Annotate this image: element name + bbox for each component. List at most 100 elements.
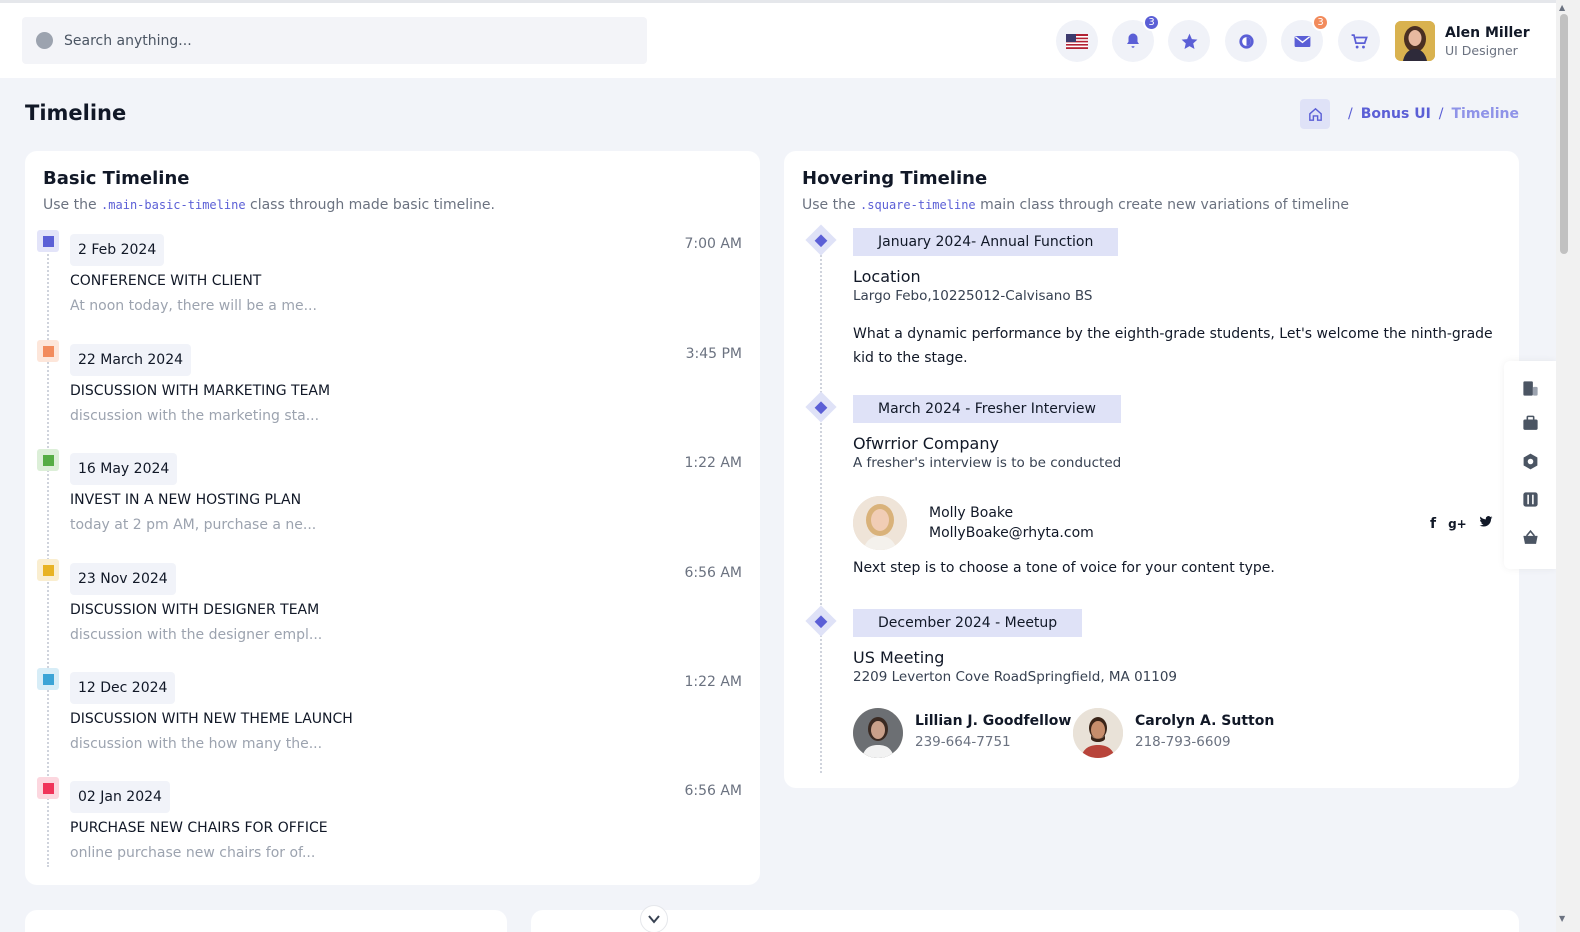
basic-timeline-card: Basic Timeline Use the .main-basic-timel…: [25, 151, 760, 885]
timeline-description: discussion with the marketing sta...: [70, 408, 320, 424]
timeline-description: discussion with the designer empl...: [70, 627, 323, 643]
timeline-date: 16 May 2024: [70, 453, 178, 485]
timeline-title: DISCUSSION WITH DESIGNER TEAM: [70, 602, 320, 618]
event-description: What a dynamic performance by the eighth…: [853, 326, 1493, 366]
briefcase-icon[interactable]: [1520, 413, 1540, 433]
search-input[interactable]: [64, 32, 584, 49]
notification-count-badge: 3: [1143, 14, 1160, 31]
scroll-up-arrow-icon[interactable]: ▲: [1559, 3, 1565, 12]
avatar: [1073, 708, 1123, 758]
subtitle-text: class through made basic timeline.: [250, 197, 495, 213]
facebook-icon[interactable]: f: [1430, 516, 1436, 532]
marker-square-icon: [42, 673, 54, 685]
notifications-button[interactable]: 3: [1112, 14, 1160, 62]
language-button[interactable]: [1056, 20, 1098, 62]
avatar: [853, 708, 903, 758]
timeline-line: [47, 243, 49, 867]
avatar-icon: [1395, 21, 1435, 61]
subtitle-text: Use the: [802, 197, 856, 213]
settings-icon[interactable]: [1520, 451, 1540, 471]
breadcrumb-separator: /: [1348, 106, 1353, 122]
event-date-tag[interactable]: March 2024 - Fresher Interview: [853, 395, 1121, 423]
scroll-down-arrow-icon[interactable]: ▼: [1559, 914, 1565, 923]
diamond-marker-icon: [805, 391, 837, 423]
card-subtitle: Use the .square-timeline main class thro…: [802, 197, 1349, 213]
marker-square-icon: [42, 454, 54, 466]
timeline-item: 16 May 2024 1:22 AM INVEST IN A NEW HOST…: [37, 449, 742, 549]
person-phone: 218-793-6609: [1135, 734, 1231, 750]
breadcrumb-home[interactable]: [1300, 99, 1331, 129]
scrollbar-thumb[interactable]: [1560, 14, 1568, 254]
user-name[interactable]: Alen Miller: [1445, 25, 1530, 41]
timeline-date: 22 March 2024: [70, 344, 192, 376]
us-flag-icon: [1066, 33, 1088, 49]
timeline-date: 12 Dec 2024: [70, 672, 176, 704]
message-count-badge: 3: [1312, 14, 1329, 31]
next-card: [25, 910, 507, 932]
event-address: 2209 Leverton Cove RoadSpringfield, MA 0…: [853, 669, 1178, 685]
subtitle-code: .main-basic-timeline: [101, 198, 246, 212]
twitter-glyph: [1479, 516, 1493, 527]
timeline-description: discussion with the how many the...: [70, 736, 323, 752]
event-heading: US Meeting: [853, 648, 945, 667]
timeline-time: 1:22 AM: [684, 455, 742, 471]
timeline-item: 12 Dec 2024 1:22 AM DISCUSSION WITH NEW …: [37, 668, 742, 768]
messages-button[interactable]: 3: [1281, 14, 1329, 62]
contrast-icon: [1238, 33, 1254, 49]
timeline-title: CONFERENCE WITH CLIENT: [70, 273, 262, 289]
cart-icon: [1351, 33, 1368, 48]
marker-square-icon: [42, 782, 54, 794]
timeline-item: 2 Feb 2024 7:00 AM CONFERENCE WITH CLIEN…: [37, 230, 742, 330]
timeline-marker: [37, 559, 59, 581]
timeline-marker: [37, 449, 59, 471]
timeline-time: 3:45 PM: [685, 346, 742, 362]
search-icon: [36, 32, 53, 49]
timeline-description: At noon today, there will be a me...: [70, 298, 317, 314]
event-address: Largo Febo,10225012-Calvisano BS: [853, 288, 1093, 304]
google-plus-icon[interactable]: g+: [1448, 517, 1467, 531]
person-email[interactable]: MollyBoake@rhyta.com: [929, 525, 1094, 541]
marker-square-icon: [42, 345, 54, 357]
favorites-button[interactable]: [1168, 20, 1210, 62]
timeline-date: 02 Jan 2024: [70, 781, 170, 813]
user-avatar[interactable]: [1395, 21, 1435, 61]
diamond-marker-icon: [805, 605, 837, 637]
timeline-title: PURCHASE NEW CHAIRS FOR OFFICE: [70, 820, 328, 836]
timeline-item: 23 Nov 2024 6:56 AM DISCUSSION WITH DESI…: [37, 559, 742, 659]
page-scrollbar[interactable]: ▲ ▼: [1556, 0, 1580, 932]
bell-icon: [1127, 33, 1139, 48]
breadcrumb-bonus-ui[interactable]: Bonus UI: [1361, 106, 1431, 122]
person-avatar-icon: [853, 496, 907, 550]
customizer-sidebar: [1504, 361, 1556, 569]
timeline-time: 1:22 AM: [684, 674, 742, 690]
timeline-time: 6:56 AM: [684, 783, 742, 799]
event-date-tag[interactable]: December 2024 - Meetup: [853, 609, 1083, 637]
timeline-time: 6:56 AM: [684, 565, 742, 581]
person-name: Carolyn A. Sutton: [1135, 713, 1275, 729]
theme-toggle-button[interactable]: [1225, 20, 1267, 62]
cart-button[interactable]: [1338, 20, 1380, 62]
person-phone: 239-664-7751: [915, 734, 1011, 750]
event-date-tag[interactable]: January 2024- Annual Function: [853, 228, 1119, 256]
star-icon: [1181, 33, 1197, 49]
timeline-line: [820, 243, 822, 773]
twitter-icon[interactable]: [1479, 516, 1493, 532]
event-heading: Ofwrrior Company: [853, 434, 999, 453]
person-avatar-icon: [1073, 708, 1123, 758]
timeline-marker: [37, 777, 59, 799]
event-heading: Location: [853, 267, 921, 286]
breadcrumb-current: Timeline: [1451, 106, 1520, 122]
marker-square-icon: [42, 564, 54, 576]
social-links: f g+: [1430, 516, 1493, 532]
person-avatar-icon: [853, 708, 903, 758]
basket-icon[interactable]: [1520, 527, 1540, 547]
user-role: UI Designer: [1445, 43, 1518, 58]
layout-icon[interactable]: [1520, 378, 1540, 398]
sliders-icon[interactable]: [1520, 489, 1540, 509]
chevron-down-icon[interactable]: [640, 905, 668, 932]
search-bar[interactable]: [22, 17, 647, 64]
timeline-marker: [37, 668, 59, 690]
hovering-timeline-card: Hovering Timeline Use the .square-timeli…: [784, 151, 1519, 788]
timeline-item: 02 Jan 2024 6:56 AM PURCHASE NEW CHAIRS …: [37, 777, 742, 877]
subtitle-code: .square-timeline: [860, 198, 976, 212]
